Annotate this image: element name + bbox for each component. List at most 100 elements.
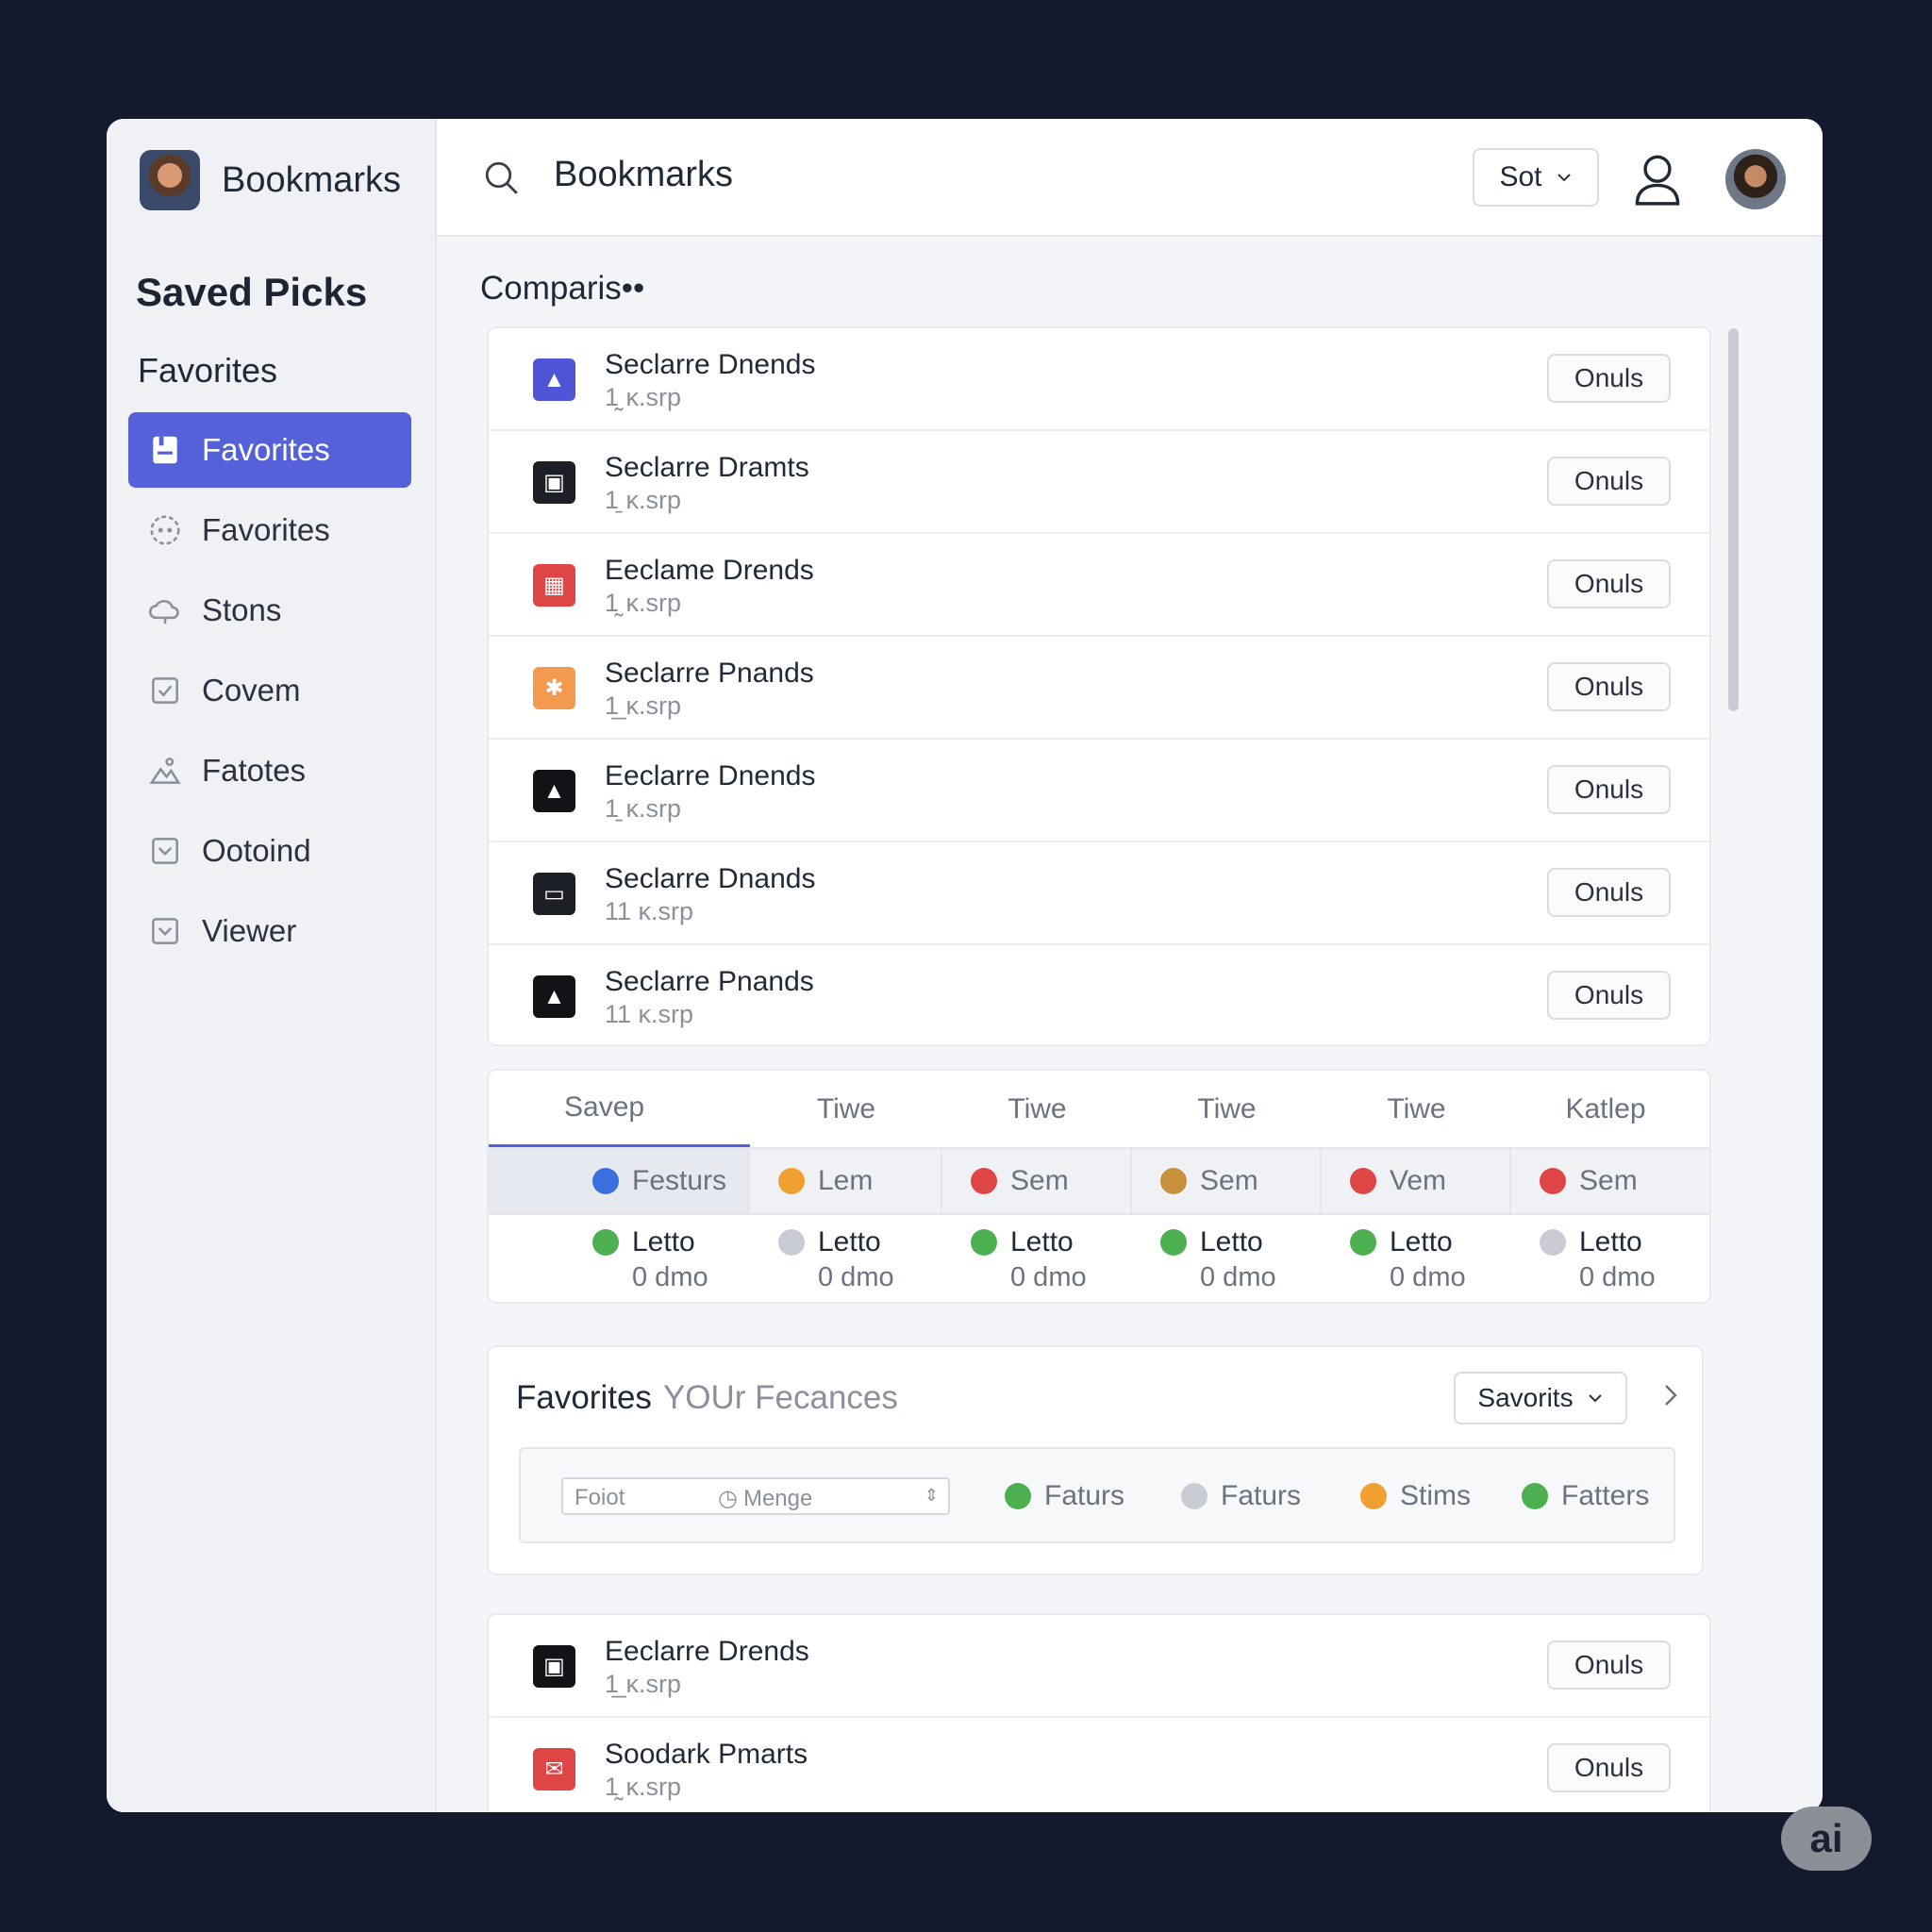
- item-title: Seclarre Dramts: [605, 452, 809, 483]
- panel-subtitle: YOUr Fecances: [662, 1379, 898, 1416]
- item-subtitle: 1̲ ĸ.srp: [605, 691, 682, 720]
- item-action-button[interactable]: Onuls: [1547, 1641, 1671, 1690]
- column-header[interactable]: Tiwe: [750, 1071, 942, 1147]
- legend-label: Faturs: [1044, 1480, 1125, 1511]
- status-dot: [1540, 1168, 1566, 1194]
- sidebar-item-covem[interactable]: Covem: [128, 652, 411, 728]
- user-icon[interactable]: [1633, 153, 1682, 206]
- item-action-button[interactable]: Onuls: [1547, 354, 1671, 403]
- legend-dot: [1360, 1483, 1387, 1509]
- column-header[interactable]: Tiwe: [1322, 1071, 1511, 1147]
- legend-item[interactable]: Faturs: [1005, 1480, 1124, 1512]
- column-header[interactable]: Tiwe: [1132, 1071, 1322, 1147]
- legend-item[interactable]: Faturs: [1181, 1480, 1301, 1512]
- ai-badge[interactable]: ai: [1781, 1807, 1872, 1871]
- clock-icon: ◷: [718, 1486, 738, 1511]
- cell-label: Festurs: [632, 1165, 727, 1196]
- bookmark-icon: [147, 432, 183, 468]
- dashed-circle-icon: [147, 512, 183, 548]
- filter-input[interactable]: Foiot ◷ Menge ⇕: [561, 1477, 950, 1515]
- sidebar-item-ootoind[interactable]: Ootoind: [128, 812, 411, 889]
- sidebar-nav: Favorites Favorites Stons Covem Fatotes …: [128, 412, 411, 973]
- sidebar-item-viewer[interactable]: Viewer: [128, 892, 411, 969]
- item-title: Soodark Pmarts: [605, 1739, 808, 1770]
- chevron-down-icon: [1557, 174, 1571, 182]
- cell-label: Vem: [1390, 1165, 1447, 1196]
- stepper-icon[interactable]: ⇕: [924, 1486, 939, 1506]
- table-cell: Letto 0 dmo: [1511, 1215, 1700, 1302]
- item-action-button[interactable]: Onuls: [1547, 662, 1671, 711]
- sidebar-item-label: Covem: [202, 672, 301, 708]
- cell-label: Sem: [1010, 1165, 1069, 1196]
- sidebar-item-label: Favorites: [202, 511, 330, 547]
- list-item[interactable]: ✱ Seclarre Pnands 1̲ ĸ.srp Onuls: [489, 637, 1709, 740]
- cell-label: Sem: [1200, 1165, 1258, 1196]
- main-content: Bookmarks Sot Comparis•• ▲ Seclarre Dnen…: [437, 119, 1823, 1812]
- section-title: Comparis••: [480, 270, 645, 307]
- status-dot: [1540, 1229, 1566, 1256]
- status-dot: [778, 1168, 805, 1194]
- column-header[interactable]: Tiwe: [942, 1071, 1132, 1147]
- table-row: Letto 0 dmo Letto 0 dmo Letto 0 dmo Lett…: [489, 1215, 1709, 1302]
- item-subtitle: 1̱ ĸ.srp: [605, 486, 682, 514]
- list-item[interactable]: ▦ Eeclame Drends 1̰ ĸ.srp Onuls: [489, 534, 1709, 637]
- favorites-select[interactable]: Savorits: [1454, 1372, 1627, 1424]
- avatar[interactable]: [1725, 149, 1786, 209]
- list-item[interactable]: ▣ Seclarre Dramts 1̱ ĸ.srp Onuls: [489, 431, 1709, 534]
- sidebar-item-label: Ootoind: [202, 832, 311, 868]
- legend-item[interactable]: Fatters: [1522, 1480, 1649, 1512]
- item-action-button[interactable]: Onuls: [1547, 1743, 1671, 1792]
- status-dot: [778, 1229, 805, 1256]
- legend-dot: [1005, 1483, 1031, 1509]
- sidebar-item-stons[interactable]: Stons: [128, 572, 411, 648]
- item-action-button[interactable]: Onuls: [1547, 971, 1671, 1020]
- item-action-button[interactable]: Onuls: [1547, 457, 1671, 506]
- list-item[interactable]: ▲ Eeclarre Dnends 1̱ ĸ.srp Onuls: [489, 740, 1709, 842]
- table-cell: Sem: [1132, 1149, 1322, 1213]
- list-item[interactable]: ✉ Soodark Pmarts 1̰ ĸ.srp Onuls: [489, 1718, 1709, 1812]
- cell-subtext: 0 dmo: [1390, 1262, 1466, 1292]
- cloud-icon: [147, 592, 183, 628]
- cell-label: Letto: [1010, 1226, 1074, 1257]
- item-subtitle: 1̰ ĸ.srp: [605, 383, 682, 411]
- item-action-button[interactable]: Onuls: [1547, 765, 1671, 814]
- sidebar-item-label: Viewer: [202, 912, 297, 948]
- cell-label: Letto: [632, 1226, 695, 1257]
- cell-label: Letto: [1200, 1226, 1263, 1257]
- calendar-icon: ▦: [533, 564, 575, 607]
- sort-dropdown[interactable]: Sot: [1473, 148, 1599, 207]
- search-icon[interactable]: [482, 158, 522, 198]
- item-action-button[interactable]: Onuls: [1547, 559, 1671, 608]
- sidebar-item-fatotes[interactable]: Fatotes: [128, 732, 411, 808]
- item-action-button[interactable]: Onuls: [1547, 868, 1671, 917]
- favorites-panel: Favorites YOUr Fecances Savorits Foiot ◷ M…: [487, 1345, 1704, 1575]
- cell-subtext: 0 dmo: [818, 1262, 894, 1292]
- brand[interactable]: Bookmarks: [140, 150, 401, 210]
- legend-label: Faturs: [1221, 1480, 1302, 1511]
- list-item[interactable]: ▲ Seclarre Pnands 11 ĸ.srp Onuls: [489, 945, 1709, 1044]
- item-title: Eeclame Drends: [605, 555, 814, 586]
- sidebar-item-favorites-active[interactable]: Favorites: [128, 412, 411, 488]
- app-logo: [140, 150, 200, 210]
- column-header[interactable]: Savep: [489, 1071, 750, 1147]
- scrollbar[interactable]: [1728, 328, 1739, 711]
- table-cell: Lem: [750, 1149, 942, 1213]
- sidebar-item-favorites[interactable]: Favorites: [128, 491, 411, 568]
- list-item[interactable]: ▣ Eeclarre Drends 1̲ ĸ.srp Onuls: [489, 1615, 1709, 1718]
- cell-subtext: 0 dmo: [1200, 1262, 1276, 1292]
- column-header[interactable]: Katlep: [1511, 1071, 1700, 1147]
- list-item[interactable]: ▲ Seclarre Dnends 1̰ ĸ.srp Onuls: [489, 328, 1709, 431]
- item-subtitle: 1̰ ĸ.srp: [605, 589, 682, 617]
- item-title: Eeclarre Drends: [605, 1636, 809, 1667]
- table-row: Festurs Lem Sem Sem Vem Sem: [489, 1149, 1709, 1215]
- cell-label: Lem: [818, 1165, 874, 1196]
- legend-item[interactable]: Stims: [1360, 1480, 1471, 1512]
- sidebar-subtitle: Favorites: [138, 351, 278, 390]
- image-icon: ▲: [533, 975, 575, 1018]
- list-item[interactable]: ▭ Seclarre Dnands 11 ĸ.srp Onuls: [489, 842, 1709, 945]
- chevron-right-icon[interactable]: [1658, 1381, 1683, 1409]
- landscape-icon: [147, 753, 183, 789]
- table-cell: Letto 0 dmo: [489, 1215, 750, 1302]
- bookmark-list-secondary: ▣ Eeclarre Drends 1̲ ĸ.srp Onuls ✉ Sooda…: [487, 1613, 1711, 1812]
- chevron-square-icon: [147, 833, 183, 869]
